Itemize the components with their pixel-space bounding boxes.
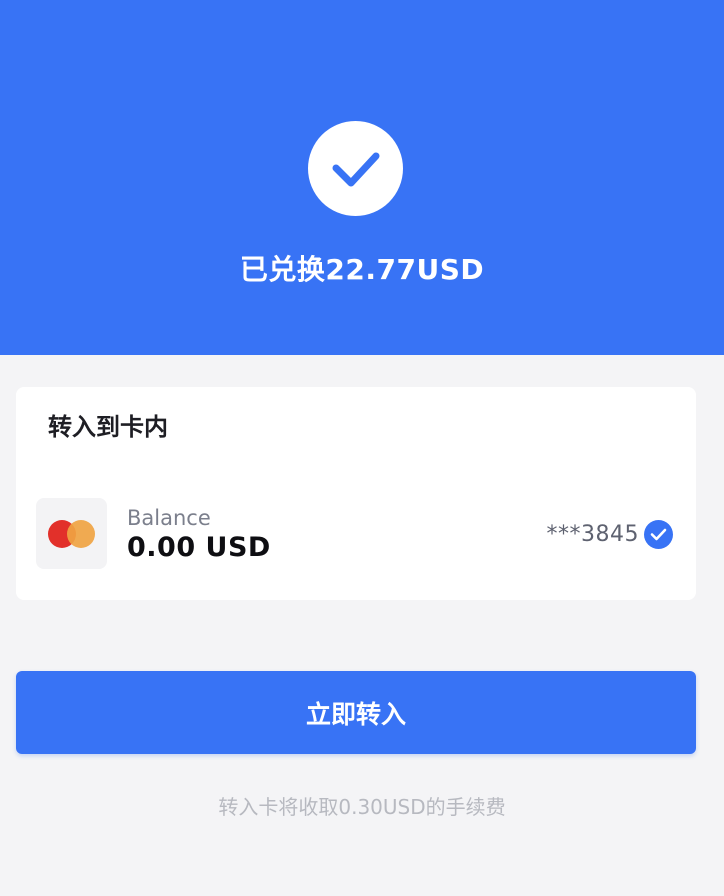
check-circle-icon[interactable] xyxy=(644,520,673,549)
mastercard-icon xyxy=(36,498,107,569)
transfer-now-button[interactable]: 立即转入 xyxy=(16,671,696,754)
success-checkmark-icon xyxy=(308,121,403,216)
mastercard-orange-circle xyxy=(67,520,95,548)
balance-value: 0.00 USD xyxy=(127,532,271,563)
exchange-result-title: 已兑换22.77USD xyxy=(239,253,485,286)
transfer-card-panel: 转入到卡内 Balance 0.00 USD ***3845 xyxy=(16,387,696,600)
card-number: ***3845 xyxy=(546,522,639,547)
fee-note: 转入卡将收取0.30USD的手续费 xyxy=(218,795,506,819)
panel-title: 转入到卡内 xyxy=(48,413,168,441)
success-header: 已兑换22.77USD xyxy=(0,0,724,355)
